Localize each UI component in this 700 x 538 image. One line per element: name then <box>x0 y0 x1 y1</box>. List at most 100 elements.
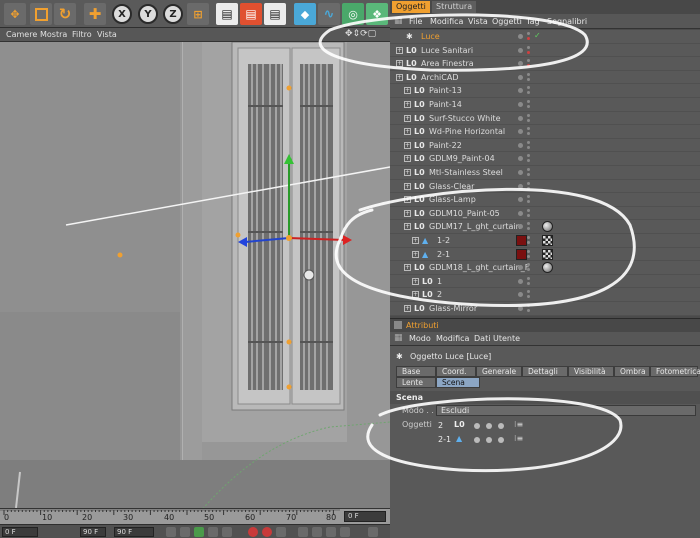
render-visibility-icon[interactable] <box>527 77 530 81</box>
menu-vista-om[interactable]: Vista <box>468 17 488 26</box>
goto-end-icon[interactable] <box>222 527 232 537</box>
key-scale-icon[interactable] <box>326 527 336 537</box>
tree-row[interactable]: + L0 Area Finestra <box>390 57 700 71</box>
tree-row[interactable]: + L0 ArchiCAD <box>390 71 700 85</box>
expand-toggle-icon[interactable]: + <box>412 237 419 244</box>
nurbs-icon[interactable]: ◎ <box>342 3 364 25</box>
play-icon[interactable] <box>194 527 204 537</box>
texture-tag-icon[interactable] <box>542 235 553 246</box>
menu-segnalibri[interactable]: Segnalibri <box>547 17 587 26</box>
render-visibility-icon[interactable] <box>527 64 530 68</box>
visibility-dot-icon[interactable] <box>518 115 523 121</box>
tab-ombra[interactable]: Ombra <box>614 366 650 377</box>
prev-key-icon[interactable] <box>180 527 190 537</box>
expand-toggle-icon[interactable]: + <box>404 196 411 204</box>
key-rot-icon[interactable] <box>312 527 322 537</box>
editor-visibility-icon[interactable] <box>527 45 530 49</box>
render-visibility-icon[interactable] <box>527 50 530 54</box>
visibility-dot-icon[interactable] <box>518 34 523 39</box>
cube-icon[interactable]: ◆ <box>294 3 316 25</box>
goto-start-icon[interactable] <box>166 527 176 537</box>
editor-visibility-icon[interactable] <box>527 304 530 307</box>
render-visibility-icon[interactable] <box>527 186 530 190</box>
selection-tag-icon[interactable] <box>516 235 527 246</box>
render-visibility-icon[interactable] <box>527 173 530 176</box>
render-picture-viewer-icon[interactable]: ▤ <box>240 3 262 25</box>
editor-visibility-icon[interactable] <box>527 181 530 185</box>
render-visibility-icon[interactable] <box>527 268 530 272</box>
expand-toggle-icon[interactable]: + <box>404 155 411 163</box>
visibility-dot-icon[interactable] <box>518 61 523 67</box>
editor-visibility-icon[interactable] <box>527 222 530 226</box>
live-select-icon[interactable]: ✚ <box>84 3 106 25</box>
visibility-dot-icon[interactable] <box>518 88 523 94</box>
tab-dettagli[interactable]: Dettagli <box>522 366 568 377</box>
tree-row[interactable]: + L0 Surf-Stucco White <box>390 112 700 126</box>
tree-row[interactable]: + L0 GDLM17_L_ght_curtain <box>390 220 700 234</box>
flag-dot-icon[interactable] <box>474 437 480 443</box>
render-visibility-icon[interactable] <box>527 213 530 217</box>
tab-oggetti[interactable]: Oggetti <box>392 1 430 13</box>
tree-row[interactable]: + L0 Glass-Mirror <box>390 302 700 316</box>
z-axis-button[interactable]: Z <box>163 4 183 24</box>
tree-row[interactable]: + L0 Glass-Lamp <box>390 193 700 207</box>
visibility-dot-icon[interactable] <box>518 278 523 284</box>
tree-row[interactable]: + L0 Glass-Clear <box>390 180 700 194</box>
max-frame-field[interactable]: 90 F <box>114 527 154 537</box>
y-axis-button[interactable]: Y <box>138 4 158 24</box>
mode-dropdown[interactable]: Escludi <box>436 405 696 416</box>
render-visibility-icon[interactable] <box>527 132 530 136</box>
tree-row[interactable]: ✱ Luce ✓ <box>390 30 700 44</box>
start-frame-field[interactable]: 0 F <box>2 527 38 537</box>
tab-visibilita[interactable]: Visibilità <box>568 366 614 377</box>
flag-dot-icon[interactable] <box>498 423 504 429</box>
menu-modifica[interactable]: Modifica <box>430 17 463 26</box>
world-coords-icon[interactable]: ⊞ <box>187 3 209 25</box>
exclude-list[interactable]: 2 L0 ⁝≡ 2-1 ▲ ⁝≡ <box>436 418 546 450</box>
render-visibility-icon[interactable] <box>527 118 530 122</box>
expand-toggle-icon[interactable]: + <box>412 291 419 299</box>
expand-toggle-icon[interactable]: + <box>412 250 419 258</box>
tab-coord[interactable]: Coord. <box>436 366 476 377</box>
expand-toggle-icon[interactable]: + <box>404 223 411 231</box>
editor-visibility-icon[interactable] <box>527 195 530 199</box>
render-visibility-icon[interactable] <box>527 159 530 163</box>
editor-visibility-icon[interactable] <box>527 140 530 144</box>
grid-icon[interactable]: ▦ <box>394 16 403 26</box>
expand-toggle-icon[interactable]: + <box>404 141 411 149</box>
editor-visibility-icon[interactable] <box>527 32 530 35</box>
tree-row[interactable]: + L0 GDLM10_Paint-05 <box>390 207 700 221</box>
exclude-list-item[interactable]: 2-1 ▲ ⁝≡ <box>436 434 546 446</box>
tab-lente[interactable]: Lente <box>396 377 436 388</box>
visibility-dot-icon[interactable] <box>518 142 523 148</box>
texture-tag-icon[interactable] <box>542 248 553 260</box>
expand-toggle-icon[interactable]: + <box>404 87 411 95</box>
editor-visibility-icon[interactable] <box>527 113 530 117</box>
tree-row[interactable]: + L0 Luce Sanitari <box>390 44 700 58</box>
menu-camere[interactable]: Camere <box>6 30 37 39</box>
key-pos-icon[interactable] <box>298 527 308 537</box>
timeline[interactable]: 0 10 20 30 40 50 60 70 80 90 <box>0 508 390 524</box>
editor-visibility-icon[interactable] <box>527 276 530 280</box>
visibility-dot-icon[interactable] <box>518 129 523 135</box>
visibility-dot-icon[interactable] <box>518 210 523 216</box>
tab-fotometrica[interactable]: Fotometrica <box>650 366 700 377</box>
scale-tool-icon[interactable] <box>30 3 52 25</box>
visibility-dot-icon[interactable] <box>518 292 523 298</box>
expand-toggle-icon[interactable]: + <box>396 60 403 68</box>
render-visibility-icon[interactable] <box>527 254 530 258</box>
editor-visibility-icon[interactable] <box>527 72 530 76</box>
tree-row[interactable]: + L0 2 <box>390 288 700 302</box>
flag-dot-icon[interactable] <box>486 437 492 443</box>
tree-row[interactable]: + L0 Paint-14 <box>390 98 700 112</box>
menu-file[interactable]: File <box>409 17 422 26</box>
tree-row[interactable]: + L0 1 <box>390 275 700 289</box>
editor-visibility-icon[interactable] <box>527 236 530 239</box>
viewport-nav-icons[interactable]: ✥⇕⟳▢ <box>345 29 376 39</box>
tree-row[interactable]: + L0 Wd-Pine Horizontal <box>390 125 700 139</box>
editor-visibility-icon[interactable] <box>527 59 530 63</box>
key-param-icon[interactable] <box>340 527 350 537</box>
editor-visibility-icon[interactable] <box>527 168 530 171</box>
rotate-tool-icon[interactable]: ↻ <box>54 3 76 25</box>
move-tool-icon[interactable]: ✥ <box>4 3 26 25</box>
